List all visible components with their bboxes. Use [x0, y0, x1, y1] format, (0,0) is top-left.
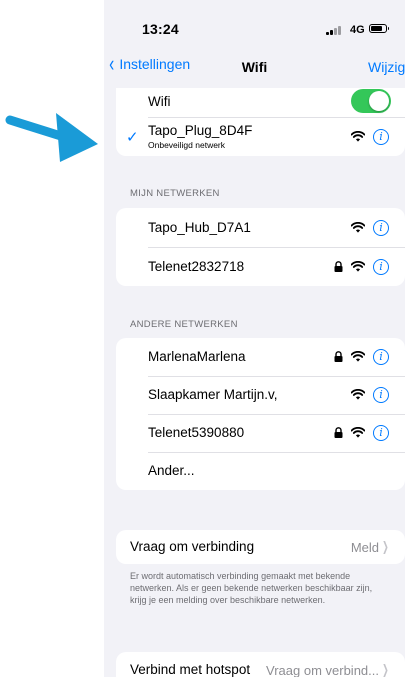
network-name: Telenet2832718: [148, 259, 245, 274]
connected-network-name: Tapo_Plug_8D4F: [148, 123, 253, 138]
wifi-toggle[interactable]: [351, 89, 391, 113]
other-network-row[interactable]: Ander...: [116, 452, 405, 490]
lock-icon: [334, 427, 343, 438]
phone-screen: 13:24 4G ‹ Instellingen Wifi Wijzig Wifi…: [104, 0, 405, 677]
network-name: Tapo_Hub_D7A1: [148, 220, 251, 235]
chevron-right-icon: ❯: [382, 662, 389, 677]
wifi-group: Wifi ✓ Tapo_Plug_8D4F Onbeveiligd netwer…: [116, 88, 405, 156]
info-icon[interactable]: i: [373, 387, 389, 403]
hotspot-row[interactable]: Verbind met hotspot Vraag om verbind... …: [116, 652, 405, 677]
info-icon[interactable]: i: [373, 349, 389, 365]
network-name: Slaapkamer Martijn.v,: [148, 387, 278, 402]
connected-network-subtitle: Onbeveiligd netwerk: [148, 140, 226, 150]
wifi-toggle-row: Wifi: [116, 88, 405, 116]
wifi-icon: [351, 427, 365, 438]
my-networks-group: Tapo_Hub_D7A1 i Telenet2832718 i: [116, 208, 405, 286]
info-icon[interactable]: i: [373, 425, 389, 441]
network-row-telenet2832718[interactable]: Telenet2832718 i: [116, 247, 405, 286]
network-name: MarlenaMarlena: [148, 349, 246, 364]
ask-to-join-footer: Er wordt automatisch verbinding gemaakt …: [130, 571, 373, 605]
hotspot-group: Verbind met hotspot Vraag om verbind... …: [116, 652, 405, 677]
my-networks-header: MIJN NETWERKEN: [130, 188, 220, 199]
network-row-slaapkamer[interactable]: Slaapkamer Martijn.v, i: [116, 376, 405, 414]
other-network-label: Ander...: [148, 463, 195, 478]
battery-icon: [369, 24, 389, 33]
connected-network-row[interactable]: ✓ Tapo_Plug_8D4F Onbeveiligd netwerk i: [116, 118, 405, 156]
lock-icon: [334, 261, 343, 272]
info-icon[interactable]: i: [373, 220, 389, 236]
wifi-icon: [351, 261, 365, 272]
arrow-pointer-icon: [5, 113, 98, 162]
wifi-toggle-label: Wifi: [148, 94, 171, 109]
wifi-icon: [351, 389, 365, 400]
page-title: Wifi: [241, 59, 268, 75]
network-row-marlena[interactable]: MarlenaMarlena i: [116, 338, 405, 376]
edit-button[interactable]: Wijzig: [368, 59, 405, 75]
info-icon[interactable]: i: [373, 129, 389, 145]
network-name: Telenet5390880: [148, 425, 245, 440]
ask-to-join-group: Vraag om verbinding Meld ❯: [116, 530, 405, 564]
checkmark-icon: ✓: [126, 129, 139, 146]
network-type: 4G: [350, 24, 365, 36]
status-bar: 13:24 4G: [104, 0, 405, 44]
hotspot-value: Vraag om verbind...: [266, 663, 379, 677]
status-time: 13:24: [142, 21, 179, 37]
other-networks-group: MarlenaMarlena i Slaapkamer Martijn.v, i: [116, 338, 405, 490]
wifi-icon: [351, 131, 365, 142]
wifi-icon: [351, 222, 365, 233]
ask-to-join-row[interactable]: Vraag om verbinding Meld ❯: [116, 530, 405, 564]
wifi-icon: [351, 351, 365, 362]
ask-to-join-value: Meld: [350, 540, 379, 555]
lock-icon: [334, 351, 343, 362]
network-row-telenet5390880[interactable]: Telenet5390880 i: [116, 414, 405, 452]
hotspot-label: Verbind met hotspot: [130, 662, 251, 677]
chevron-right-icon: ❯: [382, 539, 389, 554]
navigation-bar: ‹ Instellingen Wifi Wijzig: [104, 50, 405, 86]
info-icon[interactable]: i: [373, 259, 389, 275]
ask-to-join-label: Vraag om verbinding: [130, 539, 255, 554]
signal-icon: [326, 26, 341, 35]
other-networks-header: ANDERE NETWERKEN: [130, 319, 238, 330]
network-row-tapo-hub[interactable]: Tapo_Hub_D7A1 i: [116, 208, 405, 247]
